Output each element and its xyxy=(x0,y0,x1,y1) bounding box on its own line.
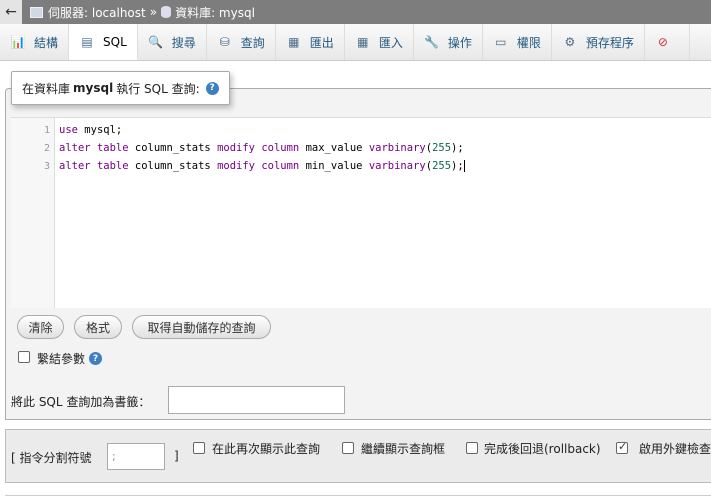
events-icon: ⊘ xyxy=(657,35,668,49)
breadcrumb-database[interactable]: 資料庫: mysql xyxy=(175,4,255,21)
get-autosaved-query-button[interactable]: 取得自動儲存的查詢 xyxy=(132,315,271,339)
legend-db-name: mysql xyxy=(73,81,114,95)
routines-icon: ⚙ xyxy=(564,35,576,49)
tab-label: 權限 xyxy=(516,35,541,50)
query-icon: ⛁ xyxy=(219,35,230,49)
clear-button[interactable]: 清除 xyxy=(17,315,64,339)
sql-query-legend: 在資料庫 mysql 執行 SQL 查詢: ? xyxy=(11,71,230,105)
legend-prefix: 在資料庫 xyxy=(22,81,71,96)
tab-bar: 📊 結構 ▤ SQL 🔍 搜尋 ⛁ 查詢 ▦ 匯出 ▦ 匯入 🔧 操作 ▭ 權限 ⚙ 預存程序 ⊘ xyxy=(0,24,711,61)
code-area[interactable]: use mysql; alter table column_stats modi… xyxy=(55,118,465,308)
foreign-key-checks-label: 啟用外鍵檢查 xyxy=(639,442,711,456)
tab-label: 匯出 xyxy=(309,35,334,50)
breadcrumb-separator: » xyxy=(149,5,158,19)
tab-label: 查詢 xyxy=(240,35,265,50)
tab-label: 操作 xyxy=(447,35,472,50)
server-icon xyxy=(30,6,43,18)
line-number: 1 xyxy=(43,125,50,136)
line-number-gutter: 1 2 3 xyxy=(11,118,55,308)
show-query-again-checkbox[interactable] xyxy=(193,442,205,454)
retain-query-box-checkbox[interactable] xyxy=(342,442,354,454)
retain-query-box-label: 繼續顯示查詢框 xyxy=(361,442,446,456)
bookmark-input[interactable] xyxy=(168,386,345,414)
tab-label: 結構 xyxy=(34,35,59,50)
database-icon xyxy=(161,6,172,18)
line-number: 2 xyxy=(43,143,50,154)
line-number: 3 xyxy=(43,161,50,172)
text-cursor xyxy=(463,160,465,172)
tab-label: SQL xyxy=(103,34,127,49)
privileges-icon: ▭ xyxy=(495,35,507,49)
legend-suffix: 執行 SQL 查詢: xyxy=(116,81,200,96)
tab-routines[interactable]: ⚙ 預存程序 xyxy=(552,24,645,60)
tab-search[interactable]: 🔍 搜尋 xyxy=(138,24,207,60)
foreign-key-checks-checkbox[interactable] xyxy=(616,440,628,454)
breadcrumb: 伺服器: localhost » 資料庫: mysql xyxy=(30,4,255,21)
code-line: use mysql; xyxy=(59,124,123,136)
tab-structure[interactable]: 📊 結構 xyxy=(0,24,70,60)
search-icon: 🔍 xyxy=(148,35,164,49)
wrench-icon: 🔧 xyxy=(424,35,440,49)
breadcrumb-bar: ← 伺服器: localhost » 資料庫: mysql xyxy=(0,0,711,24)
back-arrow-icon[interactable]: ← xyxy=(0,0,22,24)
tab-label: 搜尋 xyxy=(171,35,196,50)
bookmark-label: 將此 SQL 查詢加為書籤： xyxy=(11,395,151,409)
tab-export[interactable]: ▦ 匯出 xyxy=(276,24,345,60)
tab-operations[interactable]: 🔧 操作 xyxy=(414,24,483,60)
delimiter-label: [ 指令分割符號 xyxy=(11,451,92,465)
tab-privileges[interactable]: ▭ 權限 xyxy=(483,24,552,60)
sql-editor[interactable]: 1 2 3 use mysql; alter table column_stat… xyxy=(11,117,711,308)
code-line: alter table column_stats modify column m… xyxy=(59,160,465,172)
import-icon: ▦ xyxy=(357,35,369,49)
sql-icon: ▤ xyxy=(81,34,93,49)
help-icon[interactable]: ? xyxy=(205,81,219,95)
structure-icon: 📊 xyxy=(10,35,26,49)
tab-events[interactable]: ⊘ xyxy=(645,24,690,60)
code-line: alter table column_stats modify column m… xyxy=(59,142,464,154)
bind-params-label: 繫結參數 xyxy=(37,352,86,366)
delimiter-input[interactable]: ; xyxy=(107,443,165,470)
tab-sql[interactable]: ▤ SQL xyxy=(69,24,138,60)
divider xyxy=(5,495,711,496)
format-button[interactable]: 格式 xyxy=(74,315,122,339)
help-icon[interactable]: ? xyxy=(89,352,102,365)
rollback-label: 完成後回退(rollback) xyxy=(484,442,601,456)
tab-query[interactable]: ⛁ 查詢 xyxy=(207,24,276,60)
tab-label: 預存程序 xyxy=(585,35,634,50)
delimiter-close: ] xyxy=(174,449,179,463)
rollback-checkbox[interactable] xyxy=(466,442,478,454)
tab-label: 匯入 xyxy=(378,35,403,50)
export-icon: ▦ xyxy=(288,35,300,49)
breadcrumb-server[interactable]: 伺服器: localhost xyxy=(48,4,146,21)
show-query-again-label: 在此再次顯示此查詢 xyxy=(212,442,321,456)
tab-import[interactable]: ▦ 匯入 xyxy=(345,24,414,60)
bind-params-checkbox[interactable] xyxy=(18,351,30,363)
